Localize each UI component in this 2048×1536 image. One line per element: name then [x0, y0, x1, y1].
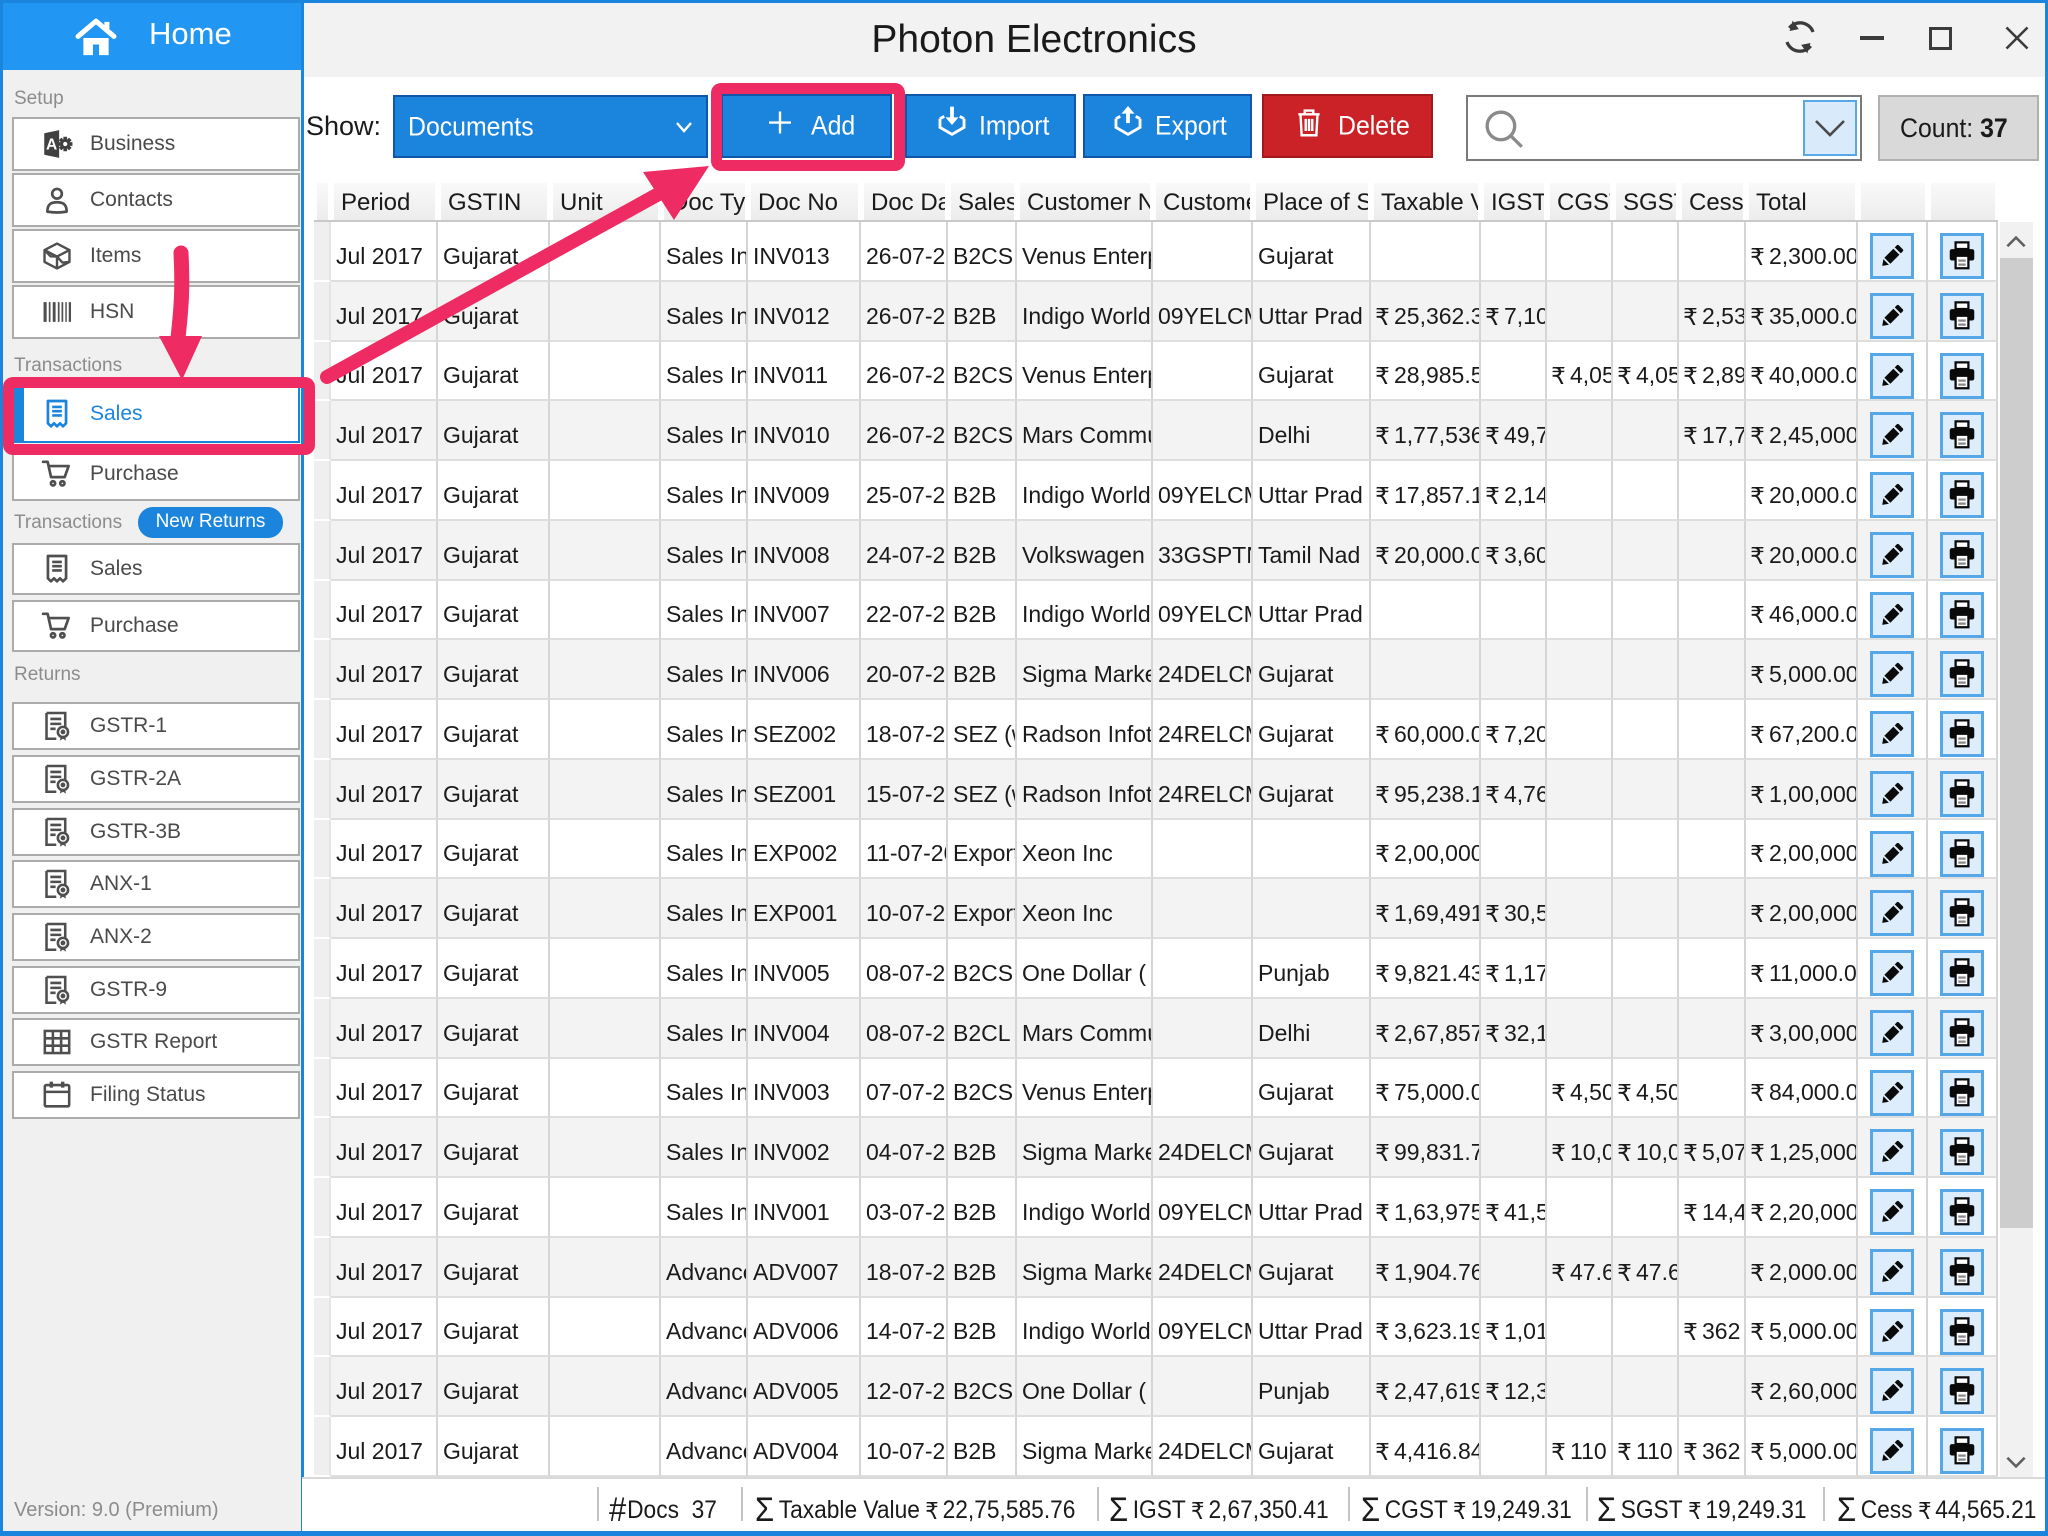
svg-text:A: A [46, 136, 57, 153]
